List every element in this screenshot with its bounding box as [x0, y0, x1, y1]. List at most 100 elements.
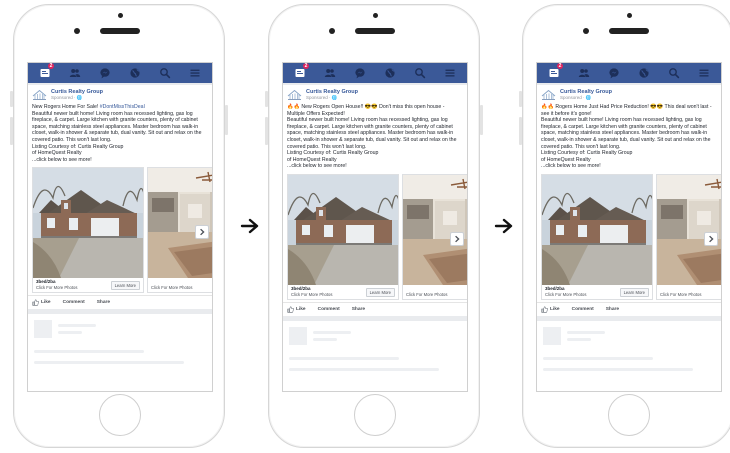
notification-badge: 2: [303, 63, 309, 69]
card-meta: Click For More Photos: [403, 285, 467, 300]
phone-screen: 2: [27, 62, 213, 392]
notification-badge: 2: [557, 63, 563, 69]
loading-placeholder-post: [537, 320, 721, 391]
sponsored-label: Sponsored · 🌐: [560, 95, 592, 100]
living-room-photo[interactable]: [148, 168, 212, 279]
photo-carousel[interactable]: 3bed/2ba Click For More Photos Learn Mor…: [283, 173, 467, 300]
post-body: Beautiful newer built home! Living room …: [541, 117, 711, 150]
feed-icon[interactable]: 2: [291, 63, 309, 80]
comment-button[interactable]: Comment: [63, 300, 85, 305]
messenger-icon[interactable]: [605, 66, 623, 80]
phone-mockup-2: 2 Curtis Realty Group Sponsored · 🌐 🔥🔥 N…: [265, 4, 483, 448]
phone-side-button: [480, 105, 483, 135]
friends-icon[interactable]: [321, 66, 339, 80]
photo-carousel[interactable]: 3bed/2ba Click For More Photos Learn Mor…: [537, 173, 721, 300]
card-subtitle: Click For More Photos: [151, 285, 193, 291]
like-label: Like: [296, 306, 306, 312]
comment-button[interactable]: Comment: [318, 307, 340, 312]
learn-more-button[interactable]: Learn More: [365, 287, 395, 297]
menu-icon[interactable]: [186, 66, 204, 80]
placeholder-line: [567, 330, 605, 334]
phone-side-button: [10, 91, 13, 107]
facebook-navbar: 2: [28, 63, 212, 83]
post-brokerage: of HomeQuest Realty: [287, 156, 337, 163]
placeholder-line: [567, 337, 591, 341]
post-headline: New Rogers Home For Sale! #DontMissThisD…: [32, 104, 145, 110]
comment-button[interactable]: Comment: [572, 307, 594, 312]
search-icon[interactable]: [665, 66, 683, 80]
phone-mockup-1: 2 Curtis Realty Group Sponsored · 🌐 New …: [10, 4, 228, 448]
home-button[interactable]: [99, 394, 141, 436]
living-room-photo[interactable]: [657, 174, 721, 285]
messenger-icon[interactable]: [96, 66, 114, 80]
curtis-realty-logo[interactable]: [541, 89, 556, 101]
phone-speaker: [100, 28, 140, 34]
share-label: Share: [96, 300, 111, 306]
living-room-image: [148, 168, 212, 279]
photo-carousel[interactable]: 3bed/2ba Click For More Photos Learn Mor…: [28, 167, 212, 294]
feed-icon[interactable]: 2: [545, 63, 563, 80]
card-meta: 3bed/2ba Click For More Photos Learn Mor…: [542, 285, 652, 300]
placeholder-line: [58, 331, 82, 335]
learn-more-button[interactable]: Learn More: [110, 281, 140, 291]
placeholder-avatar: [543, 326, 561, 345]
home-button[interactable]: [354, 394, 396, 436]
living-room-photo[interactable]: [403, 174, 467, 285]
post-cta-text: ...click below to see more!: [32, 156, 92, 163]
search-icon[interactable]: [156, 66, 174, 80]
thumbs-up-icon: [32, 299, 39, 306]
share-button[interactable]: Share: [97, 300, 110, 305]
globe-icon[interactable]: [635, 66, 653, 80]
card-meta: Click For More Photos: [657, 285, 721, 300]
learn-more-button[interactable]: Learn More: [619, 287, 649, 297]
post-body: Beautiful newer built home! Living room …: [32, 110, 202, 143]
like-button[interactable]: Like: [32, 299, 51, 306]
phone-camera: [74, 28, 80, 34]
card-meta: Click For More Photos: [148, 278, 212, 293]
share-button[interactable]: Share: [352, 307, 365, 312]
phone-sensor: [627, 13, 632, 18]
comment-label: Comment: [62, 300, 85, 306]
friends-icon[interactable]: [575, 66, 593, 80]
carousel-card[interactable]: 3bed/2ba Click For More Photos Learn Mor…: [541, 173, 653, 300]
post-brokerage: of HomeQuest Realty: [541, 156, 591, 163]
hashtag-link[interactable]: #DontMissThisDeal: [100, 104, 145, 110]
globe-icon[interactable]: [126, 66, 144, 80]
phone-camera: [329, 28, 335, 34]
phone-side-button: [265, 91, 268, 107]
globe-icon[interactable]: [381, 66, 399, 80]
messenger-icon[interactable]: [351, 66, 369, 80]
placeholder-line: [543, 356, 653, 360]
menu-icon[interactable]: [695, 66, 713, 80]
share-button[interactable]: Share: [606, 307, 619, 312]
friends-icon[interactable]: [66, 66, 84, 80]
search-icon[interactable]: [411, 66, 429, 80]
arrow-right-icon: [240, 218, 259, 234]
like-button[interactable]: Like: [287, 306, 306, 313]
post-brokerage: of HomeQuest Realty: [32, 150, 82, 157]
post-actions: Like Comment Share: [537, 301, 721, 316]
carousel-card[interactable]: 3bed/2ba Click For More Photos Learn Mor…: [287, 173, 399, 300]
carousel-card[interactable]: 3bed/2ba Click For More Photos Learn Mor…: [32, 167, 144, 294]
post-header: Curtis Realty Group Sponsored · 🌐: [287, 88, 463, 102]
carousel-next-button[interactable]: [195, 225, 209, 240]
facebook-navbar: 2: [283, 63, 467, 83]
placeholder-avatar: [289, 326, 307, 345]
like-button[interactable]: Like: [541, 306, 560, 313]
house-exterior-photo[interactable]: [542, 174, 652, 285]
house-exterior-photo[interactable]: [288, 174, 398, 285]
house-exterior-photo[interactable]: [33, 168, 143, 279]
house-exterior-image: [288, 174, 398, 285]
menu-icon[interactable]: [441, 66, 459, 80]
phone-speaker: [355, 28, 395, 34]
carousel-next-button[interactable]: [450, 231, 464, 246]
home-button[interactable]: [608, 394, 650, 436]
post-actions: Like Comment Share: [283, 301, 467, 316]
phone-screen: 2: [282, 62, 468, 392]
curtis-realty-logo[interactable]: [287, 89, 302, 101]
house-exterior-image: [33, 168, 143, 279]
carousel-next-button[interactable]: [704, 231, 718, 246]
curtis-realty-logo[interactable]: [32, 89, 47, 101]
feed-icon[interactable]: 2: [36, 63, 54, 80]
phone-side-button: [225, 105, 228, 135]
